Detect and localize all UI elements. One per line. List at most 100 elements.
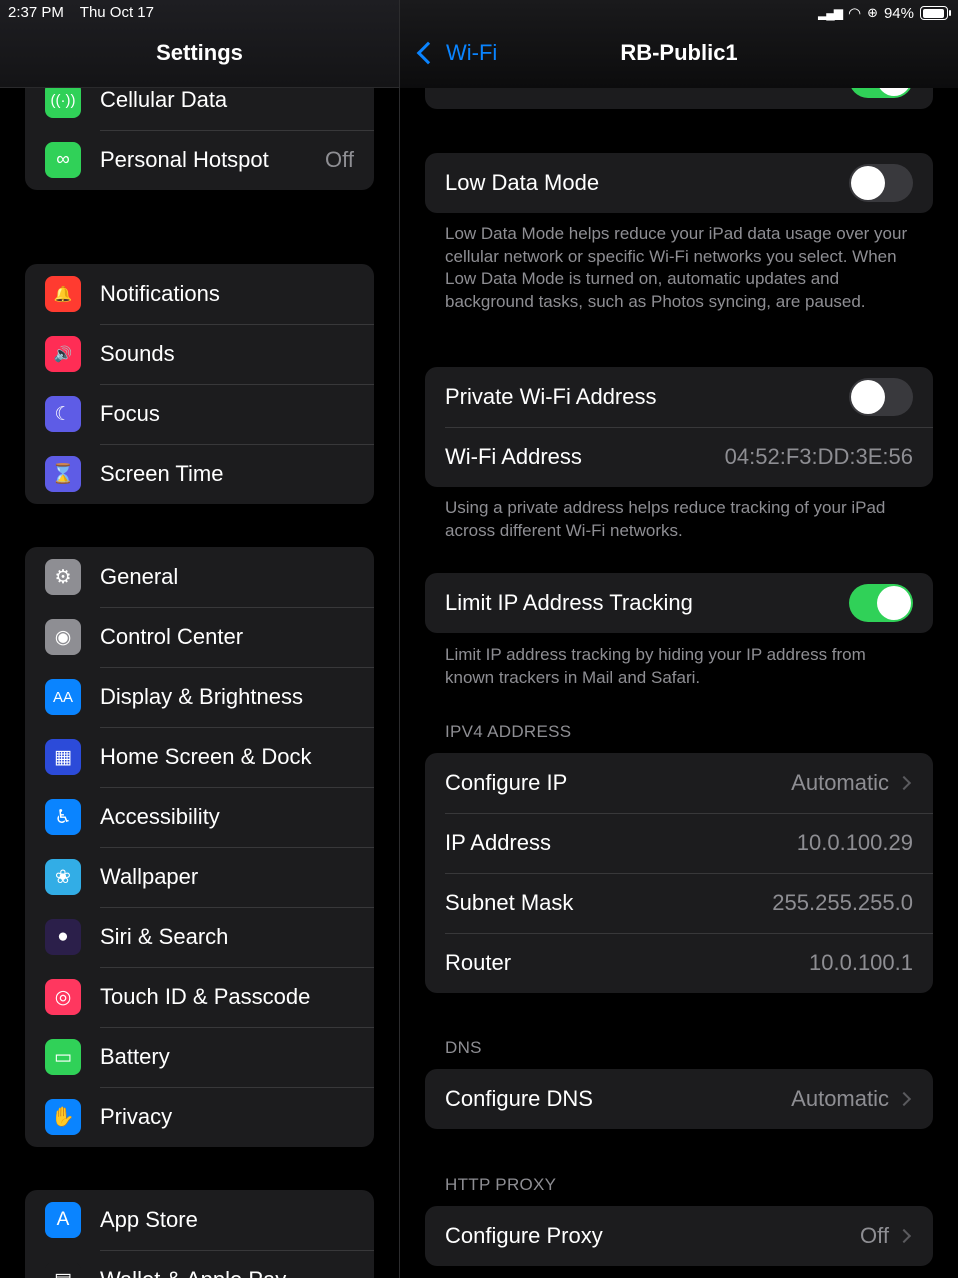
- fingerprint-icon: ◎: [45, 979, 81, 1015]
- configure-proxy-value: Off: [860, 1223, 889, 1248]
- sidebar-item-label: Home Screen & Dock: [100, 744, 312, 769]
- sidebar-item-sounds[interactable]: 🔊 Sounds: [25, 324, 374, 384]
- limit-ip-footnote: Limit IP address tracking by hiding your…: [445, 645, 866, 687]
- limit-ip-row: Limit IP Address Tracking: [425, 573, 933, 633]
- dns-card: Configure DNS Automatic: [425, 1069, 933, 1129]
- settings-group-notifications: 🔔 Notifications 🔊 Sounds ☾ Focus ⌛ Screen Time: [25, 264, 374, 504]
- sidebar-item-app-store[interactable]: A App Store: [25, 1190, 374, 1250]
- sidebar-item-siri-search[interactable]: ● Siri & Search: [25, 907, 374, 967]
- bell-icon: 🔔: [45, 276, 81, 312]
- wallet-icon: ▤: [45, 1262, 81, 1278]
- ipv4-card: Configure IP Automatic IP Address 10.0.1…: [425, 753, 933, 993]
- wifi-address-value: 04:52:F3:DD:3E:56: [724, 444, 913, 469]
- hotspot-icon: ∞: [45, 142, 81, 178]
- router-value: 10.0.100.1: [809, 950, 913, 975]
- hourglass-icon: ⌛: [45, 456, 81, 492]
- sidebar-item-notifications[interactable]: 🔔 Notifications: [25, 264, 374, 324]
- text-size-icon: AA: [45, 679, 81, 715]
- sidebar-item-accessibility[interactable]: ♿ Accessibility: [25, 787, 374, 847]
- siri-icon: ●: [45, 919, 81, 955]
- sidebar-item-wallet-apple-pay[interactable]: ▤ Wallet & Apple Pay: [25, 1250, 374, 1278]
- proxy-section-header: HTTP PROXY: [445, 1175, 557, 1194]
- configure-proxy-row[interactable]: Configure Proxy Off: [425, 1206, 933, 1266]
- low-data-footnote: Low Data Mode helps reduce your iPad dat…: [445, 224, 908, 311]
- app-store-icon: A: [45, 1202, 81, 1238]
- sidebar-item-screen-time[interactable]: ⌛ Screen Time: [25, 444, 374, 504]
- sidebar-item-label: Personal Hotspot: [100, 147, 269, 172]
- subnet-mask-row: Subnet Mask 255.255.255.0: [425, 873, 933, 933]
- battery-icon: ▭: [45, 1039, 81, 1075]
- wifi-address-row: Wi-Fi Address 04:52:F3:DD:3E:56: [425, 427, 933, 487]
- configure-dns-row[interactable]: Configure DNS Automatic: [425, 1069, 933, 1129]
- wifi-detail-pane: Wi-Fi RB-Public1 Low Data Mode Low Data …: [400, 0, 958, 1278]
- orientation-lock-icon: ⊕: [867, 5, 878, 20]
- accessibility-icon: ♿: [45, 799, 81, 835]
- sidebar-item-label: Privacy: [100, 1104, 173, 1129]
- gear-icon: ⚙: [45, 559, 81, 595]
- sidebar-item-battery[interactable]: ▭ Battery: [25, 1027, 374, 1087]
- ipv4-section-header: IPV4 ADDRESS: [445, 722, 572, 741]
- sidebar-item-label: Wallet & Apple Pay: [100, 1267, 286, 1278]
- battery-percent: 94%: [883, 4, 914, 22]
- sidebar-item-wallpaper[interactable]: ❀ Wallpaper: [25, 847, 374, 907]
- configure-ip-value: Automatic: [791, 770, 889, 795]
- speaker-icon: 🔊: [45, 336, 81, 372]
- flower-icon: ❀: [45, 859, 81, 895]
- sidebar-title: Settings: [156, 40, 243, 65]
- sidebar-item-label: Siri & Search: [100, 924, 229, 949]
- sidebar-item-display-brightness[interactable]: AA Display & Brightness: [25, 667, 374, 727]
- sidebar-item-personal-hotspot[interactable]: ∞ Personal Hotspot Off: [25, 130, 374, 190]
- sidebar-item-label: Wallpaper: [100, 864, 199, 889]
- network-title: RB-Public1: [620, 40, 738, 65]
- hand-icon: ✋: [45, 1099, 81, 1135]
- status-bar-right: ▂▄▆ ◠ ⊕ 94%: [818, 4, 951, 22]
- sidebar-item-focus[interactable]: ☾ Focus: [25, 384, 374, 444]
- configure-ip-label: Configure IP: [445, 770, 568, 795]
- low-data-label: Low Data Mode: [445, 170, 600, 195]
- limit-ip-toggle[interactable]: [849, 584, 913, 622]
- low-data-toggle[interactable]: [849, 164, 913, 202]
- router-row: Router 10.0.100.1: [425, 933, 933, 993]
- sidebar-item-privacy[interactable]: ✋ Privacy: [25, 1087, 374, 1147]
- configure-dns-value: Automatic: [791, 1086, 889, 1111]
- sidebar-item-general[interactable]: ⚙ General: [25, 547, 374, 607]
- private-address-footnote: Using a private address helps reduce tra…: [445, 498, 886, 540]
- private-address-toggle[interactable]: [849, 378, 913, 416]
- grid-icon: ▦: [45, 739, 81, 775]
- low-data-row: Low Data Mode: [425, 153, 933, 213]
- sidebar-item-value: Off: [325, 147, 354, 172]
- sidebar-item-control-center[interactable]: ◉ Control Center: [25, 607, 374, 667]
- wifi-icon: ◠: [847, 5, 862, 22]
- battery-icon: [920, 6, 951, 20]
- status-date: Thu Oct 17: [79, 4, 154, 21]
- limit-ip-label: Limit IP Address Tracking: [445, 590, 693, 615]
- subnet-mask-value: 255.255.255.0: [772, 890, 913, 915]
- ip-address-row: IP Address 10.0.100.29: [425, 813, 933, 873]
- sidebar-item-label: Focus: [100, 401, 160, 426]
- sidebar-item-touch-id-passcode[interactable]: ◎ Touch ID & Passcode: [25, 967, 374, 1027]
- switches-icon: ◉: [45, 619, 81, 655]
- sidebar-item-home-screen-dock[interactable]: ▦ Home Screen & Dock: [25, 727, 374, 787]
- address-card: Private Wi-Fi Address Wi-Fi Address 04:5…: [425, 367, 933, 487]
- sidebar-item-label: Battery: [100, 1044, 170, 1069]
- settings-group-connectivity: ((·)) Cellular Data ∞ Personal Hotspot Off: [25, 70, 374, 190]
- status-bar-left: 2:37 PM Thu Oct 17: [8, 4, 166, 21]
- router-label: Router: [445, 950, 512, 975]
- settings-group-general: ⚙ General ◉ Control Center AA Display & Brigh…: [25, 547, 374, 1147]
- moon-icon: ☾: [45, 396, 81, 432]
- chevron-right-icon: [896, 775, 912, 791]
- sidebar-item-label: Accessibility: [100, 804, 220, 829]
- sidebar-item-label: App Store: [100, 1207, 198, 1232]
- configure-proxy-label: Configure Proxy: [445, 1223, 603, 1248]
- ip-address-label: IP Address: [445, 830, 551, 855]
- low-data-card: Low Data Mode: [425, 153, 933, 213]
- status-time: 2:37 PM: [8, 4, 64, 21]
- ip-address-value: 10.0.100.29: [796, 830, 913, 855]
- configure-ip-row[interactable]: Configure IP Automatic: [425, 753, 933, 813]
- settings-group-apps: A App Store ▤ Wallet & Apple Pay: [25, 1190, 374, 1278]
- subnet-mask-label: Subnet Mask: [445, 890, 574, 915]
- sidebar-item-label: Control Center: [100, 624, 244, 649]
- sidebar-item-label: Display & Brightness: [100, 684, 303, 709]
- private-address-label: Private Wi-Fi Address: [445, 384, 657, 409]
- sidebar-item-label: Screen Time: [100, 461, 224, 486]
